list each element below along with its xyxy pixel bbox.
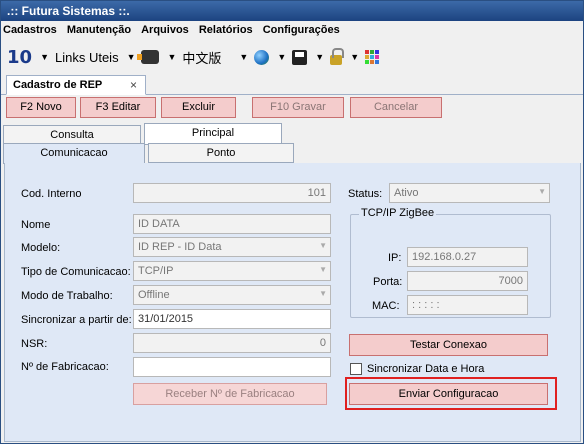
version-10-icon[interactable]: 10 xyxy=(7,47,32,68)
nome-label: Nome xyxy=(21,219,51,231)
status-label: Status: xyxy=(348,188,383,200)
globe-icon[interactable] xyxy=(254,49,270,65)
status-select[interactable]: Ativo ▼ xyxy=(389,183,550,203)
apps-grid-icon[interactable] xyxy=(365,50,380,64)
tab-consulta[interactable]: Consulta xyxy=(3,125,141,145)
menu-cadastros[interactable]: Cadastros xyxy=(3,24,57,36)
menu-arquivos[interactable]: Arquivos xyxy=(141,24,189,36)
menu-manutencao[interactable]: Manutenção xyxy=(67,24,131,36)
dropdown-arrow-icon[interactable]: ▼ xyxy=(315,52,324,62)
tab-row-bottom: Comunicacao Ponto xyxy=(1,143,583,164)
tab-ponto[interactable]: Ponto xyxy=(148,143,294,163)
dropdown-arrow-icon[interactable]: ▼ xyxy=(350,52,359,62)
form-panel: Cod. Interno 101 Nome ID DATA Modelo: ID… xyxy=(4,163,581,442)
cancelar-button[interactable]: Cancelar xyxy=(350,97,442,118)
porta-label: Porta: xyxy=(373,276,403,288)
menu-bar: Cadastros Manutenção Arquivos Relatórios… xyxy=(1,21,583,41)
porta-field[interactable]: 7000 xyxy=(407,271,528,291)
cod-interno-label: Cod. Interno xyxy=(21,188,82,200)
nome-field[interactable]: ID DATA xyxy=(133,214,331,234)
tcp-ip-zigbee-group: TCP/IP ZigBee IP: 192.168.0.27 Porta: 70… xyxy=(350,207,551,318)
dropdown-arrow-icon[interactable]: ▼ xyxy=(239,52,248,62)
chevron-down-icon[interactable]: ▼ xyxy=(319,289,327,298)
ip-label: IP: xyxy=(388,252,402,264)
lock-icon[interactable] xyxy=(330,48,345,65)
tab-principal[interactable]: Principal xyxy=(144,123,282,145)
tab-comunicacao[interactable]: Comunicacao xyxy=(3,143,145,164)
sincronizar-label: Sincronizar a partir de: xyxy=(21,314,132,326)
toolbar: 10 ▼ Links Uteis ▼ ▼ 中文版 ▼ ▼ ▼ ▼ xyxy=(1,41,583,73)
sync-datetime-checkbox[interactable] xyxy=(350,363,362,375)
fabricacao-field[interactable] xyxy=(133,357,331,377)
menu-configuracoes[interactable]: Configurações xyxy=(263,24,340,36)
tab-row-top: Consulta Principal xyxy=(1,123,583,145)
tipo-comunicacao-value: TCP/IP xyxy=(138,265,174,277)
doc-tab-label: Cadastro de REP xyxy=(13,79,103,91)
editar-button[interactable]: F3 Editar xyxy=(80,97,156,118)
modo-trabalho-select[interactable]: Offline ▼ xyxy=(133,285,331,305)
dropdown-arrow-icon[interactable]: ▼ xyxy=(40,52,49,62)
novo-button[interactable]: F2 Novo xyxy=(6,97,76,118)
testar-conexao-button[interactable]: Testar Conexao xyxy=(349,334,548,356)
ip-field[interactable]: 192.168.0.27 xyxy=(407,247,528,267)
chevron-down-icon[interactable]: ▼ xyxy=(319,265,327,274)
title-bar: .:: Futura Sistemas ::. xyxy=(1,1,583,21)
receber-fabricacao-button[interactable]: Receber Nº de Fabricacao xyxy=(133,383,327,405)
tab-cadastro-de-rep[interactable]: Cadastro de REP × xyxy=(6,75,146,95)
modo-trabalho-value: Offline xyxy=(138,289,170,301)
excluir-button[interactable]: Excluir xyxy=(161,97,236,118)
mac-field[interactable]: : : : : : xyxy=(407,295,528,315)
cod-interno-field[interactable]: 101 xyxy=(133,183,331,203)
tipo-comunicacao-select[interactable]: TCP/IP ▼ xyxy=(133,261,331,281)
nsr-label: NSR: xyxy=(21,338,48,350)
action-bar: F2 Novo F3 Editar Excluir F10 Gravar Can… xyxy=(1,95,583,121)
window-title: .:: Futura Sistemas ::. xyxy=(7,4,130,18)
dropdown-arrow-icon[interactable]: ▼ xyxy=(167,52,176,62)
document-tab-strip: Cadastro de REP × xyxy=(1,73,583,95)
fabricacao-label: Nº de Fabricacao: xyxy=(21,361,109,373)
chevron-down-icon[interactable]: ▼ xyxy=(319,241,327,250)
chevron-down-icon[interactable]: ▼ xyxy=(538,187,546,196)
gravar-button[interactable]: F10 Gravar xyxy=(252,97,344,118)
group-title: TCP/IP ZigBee xyxy=(359,207,437,219)
status-value: Ativo xyxy=(394,187,419,199)
modelo-value: ID REP - ID Data xyxy=(138,241,222,253)
app-window: .:: Futura Sistemas ::. Cadastros Manute… xyxy=(0,0,584,444)
chinese-version-button[interactable]: 中文版 xyxy=(182,48,221,67)
nsr-field[interactable]: 0 xyxy=(133,333,331,353)
sincronizar-date-field[interactable]: 31/01/2015 xyxy=(133,309,331,329)
menu-relatorios[interactable]: Relatórios xyxy=(199,24,253,36)
modo-trabalho-label: Modo de Trabalho: xyxy=(21,290,113,302)
tipo-comunicacao-label: Tipo de Comunicacao: xyxy=(21,266,131,278)
sync-datetime-label: Sincronizar Data e Hora xyxy=(367,363,485,375)
close-icon[interactable]: × xyxy=(130,78,137,92)
enviar-configuracao-button[interactable]: Enviar Configuracao xyxy=(349,383,548,405)
modelo-label: Modelo: xyxy=(21,242,61,254)
modelo-select[interactable]: ID REP - ID Data ▼ xyxy=(133,237,331,257)
dropdown-arrow-icon[interactable]: ▼ xyxy=(277,52,286,62)
links-uteis-button[interactable]: Links Uteis xyxy=(55,50,119,65)
dropdown-arrow-icon[interactable]: ▼ xyxy=(127,52,136,62)
plug-icon[interactable] xyxy=(137,50,160,64)
mac-label: MAC: xyxy=(372,300,400,312)
save-disk-icon[interactable] xyxy=(292,49,308,65)
